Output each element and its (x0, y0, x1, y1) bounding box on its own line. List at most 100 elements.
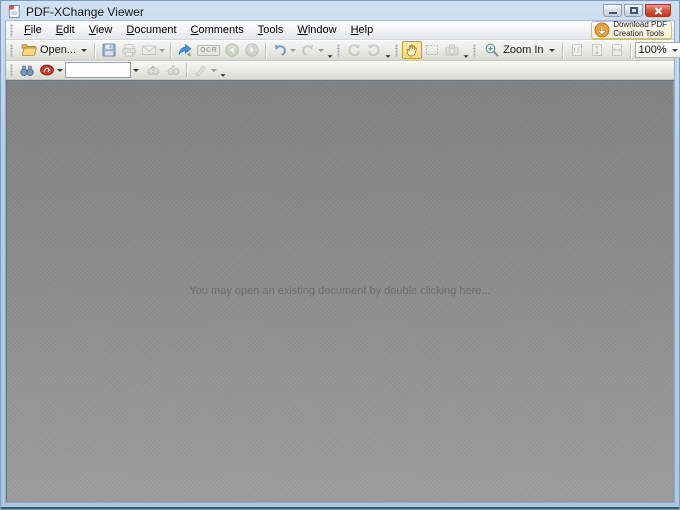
separator (629, 42, 632, 58)
tools-toolbar-grip[interactable] (395, 43, 399, 57)
maximize-icon (629, 7, 638, 14)
open-dropdown-caret-icon (81, 48, 88, 52)
toolbar-overflow-caret-icon[interactable] (463, 55, 469, 58)
go-forward-button[interactable] (242, 41, 262, 59)
open-folder-icon (21, 42, 37, 58)
undo-button[interactable] (270, 41, 298, 59)
find-next-button[interactable] (163, 61, 183, 79)
snapshot-tool-icon (444, 42, 460, 58)
menu-help-label: Help (350, 23, 374, 36)
menubar-grip[interactable] (10, 23, 13, 37)
zoom-in-tool-label: Zoom In (503, 44, 544, 56)
menu-comments[interactable]: Comments (184, 22, 251, 39)
find-input[interactable] (65, 62, 131, 78)
search-button[interactable] (17, 61, 37, 79)
separator (94, 42, 97, 58)
title-bar: PDF-XChange Viewer (5, 1, 675, 20)
search-provider-icon (39, 62, 55, 78)
app-icon (7, 4, 22, 19)
window-title: PDF-XChange Viewer (26, 4, 144, 19)
email-icon (141, 42, 157, 58)
zoom-level-caret-icon (671, 48, 678, 52)
menu-window-label: Window (297, 23, 337, 36)
open-button-label: Open... (40, 44, 77, 56)
ocr-button[interactable]: OCR (195, 41, 222, 59)
toolbar-overflow-caret-icon[interactable] (327, 55, 333, 58)
menu-file[interactable]: File (17, 22, 49, 39)
promo-line2: Creation Tools (613, 29, 665, 38)
rotate-ccw-icon (346, 42, 362, 58)
find-history-caret-icon (133, 68, 139, 72)
hand-tool-icon (404, 42, 420, 58)
export-button[interactable] (175, 41, 195, 59)
window-controls (603, 4, 671, 17)
menu-tools[interactable]: Tools (251, 22, 291, 39)
menu-help[interactable]: Help (344, 22, 381, 39)
toolbar-overflow-caret-icon[interactable] (385, 55, 391, 58)
rotate-ccw-button[interactable] (344, 41, 364, 59)
main-toolbar: Open... OCR Zoom In 100% (6, 40, 680, 61)
snapshot-tool-button[interactable] (442, 41, 462, 59)
menu-view[interactable]: View (82, 22, 120, 39)
menu-edit[interactable]: Edit (49, 22, 82, 39)
close-button[interactable] (645, 4, 671, 17)
toolbar-overflow-caret-icon[interactable] (220, 74, 226, 77)
menu-document-label: Document (126, 23, 177, 36)
search-provider-button[interactable] (37, 61, 65, 79)
file-toolbar-grip[interactable] (10, 43, 13, 57)
forward-arrow-icon (244, 42, 260, 58)
export-icon (177, 42, 193, 58)
fit-page-button[interactable] (587, 41, 607, 59)
client-area: File Edit View Document Comments Tools W… (5, 20, 680, 503)
zoom-tool-dropdown-caret-icon (548, 48, 555, 52)
open-button[interactable]: Open... (17, 41, 91, 59)
save-icon (101, 42, 117, 58)
document-area[interactable]: You may open an existing document by dou… (6, 80, 674, 502)
minimize-button[interactable] (603, 4, 622, 17)
rotate-toolbar-grip[interactable] (337, 43, 341, 57)
actual-size-button[interactable] (567, 41, 587, 59)
email-button[interactable] (139, 41, 167, 59)
menu-bar: File Edit View Document Comments Tools W… (6, 20, 674, 40)
find-toolbar (6, 61, 674, 80)
undo-dropdown-caret-icon (290, 48, 297, 52)
separator (265, 42, 268, 58)
save-button[interactable] (99, 41, 119, 59)
binoculars-icon (19, 62, 35, 78)
separator (561, 42, 564, 58)
menu-view-label: View (88, 23, 113, 36)
select-tool-button[interactable] (422, 41, 442, 59)
hand-tool-button[interactable] (402, 41, 423, 59)
fit-width-icon (609, 42, 625, 58)
highlight-tool-button[interactable] (191, 61, 219, 79)
menu-window[interactable]: Window (290, 22, 343, 39)
menu-file-label: File (24, 23, 42, 36)
redo-button[interactable] (298, 41, 326, 59)
hand-cursor-icon (594, 22, 610, 38)
download-pdf-creation-tools-button[interactable]: Download PDF Creation Tools (591, 20, 672, 39)
redo-dropdown-caret-icon (318, 48, 325, 52)
provider-dropdown-caret-icon (57, 68, 63, 72)
find-toolbar-grip[interactable] (10, 63, 13, 77)
rotate-cw-button[interactable] (364, 41, 384, 59)
find-previous-icon (145, 62, 161, 78)
menu-document[interactable]: Document (119, 22, 183, 39)
empty-document-hint: You may open an existing document by dou… (189, 285, 491, 297)
find-previous-button[interactable] (143, 61, 163, 79)
print-button[interactable] (119, 41, 139, 59)
go-back-button[interactable] (222, 41, 242, 59)
fit-width-button[interactable] (607, 41, 627, 59)
maximize-button[interactable] (624, 4, 643, 17)
undo-icon (272, 42, 288, 58)
redo-icon (300, 42, 316, 58)
zoom-toolbar-grip[interactable] (473, 43, 477, 57)
zoom-level-combo[interactable]: 100% (634, 42, 680, 58)
zoom-in-tool-button[interactable]: Zoom In (480, 41, 558, 59)
app-window: PDF-XChange Viewer File Edit View Docume… (0, 0, 680, 510)
menu-edit-label: Edit (55, 23, 75, 36)
separator (170, 42, 173, 58)
highlight-dropdown-caret-icon (211, 68, 217, 72)
rotate-cw-icon (366, 42, 382, 58)
close-icon (654, 6, 663, 15)
fit-page-icon (589, 42, 605, 58)
